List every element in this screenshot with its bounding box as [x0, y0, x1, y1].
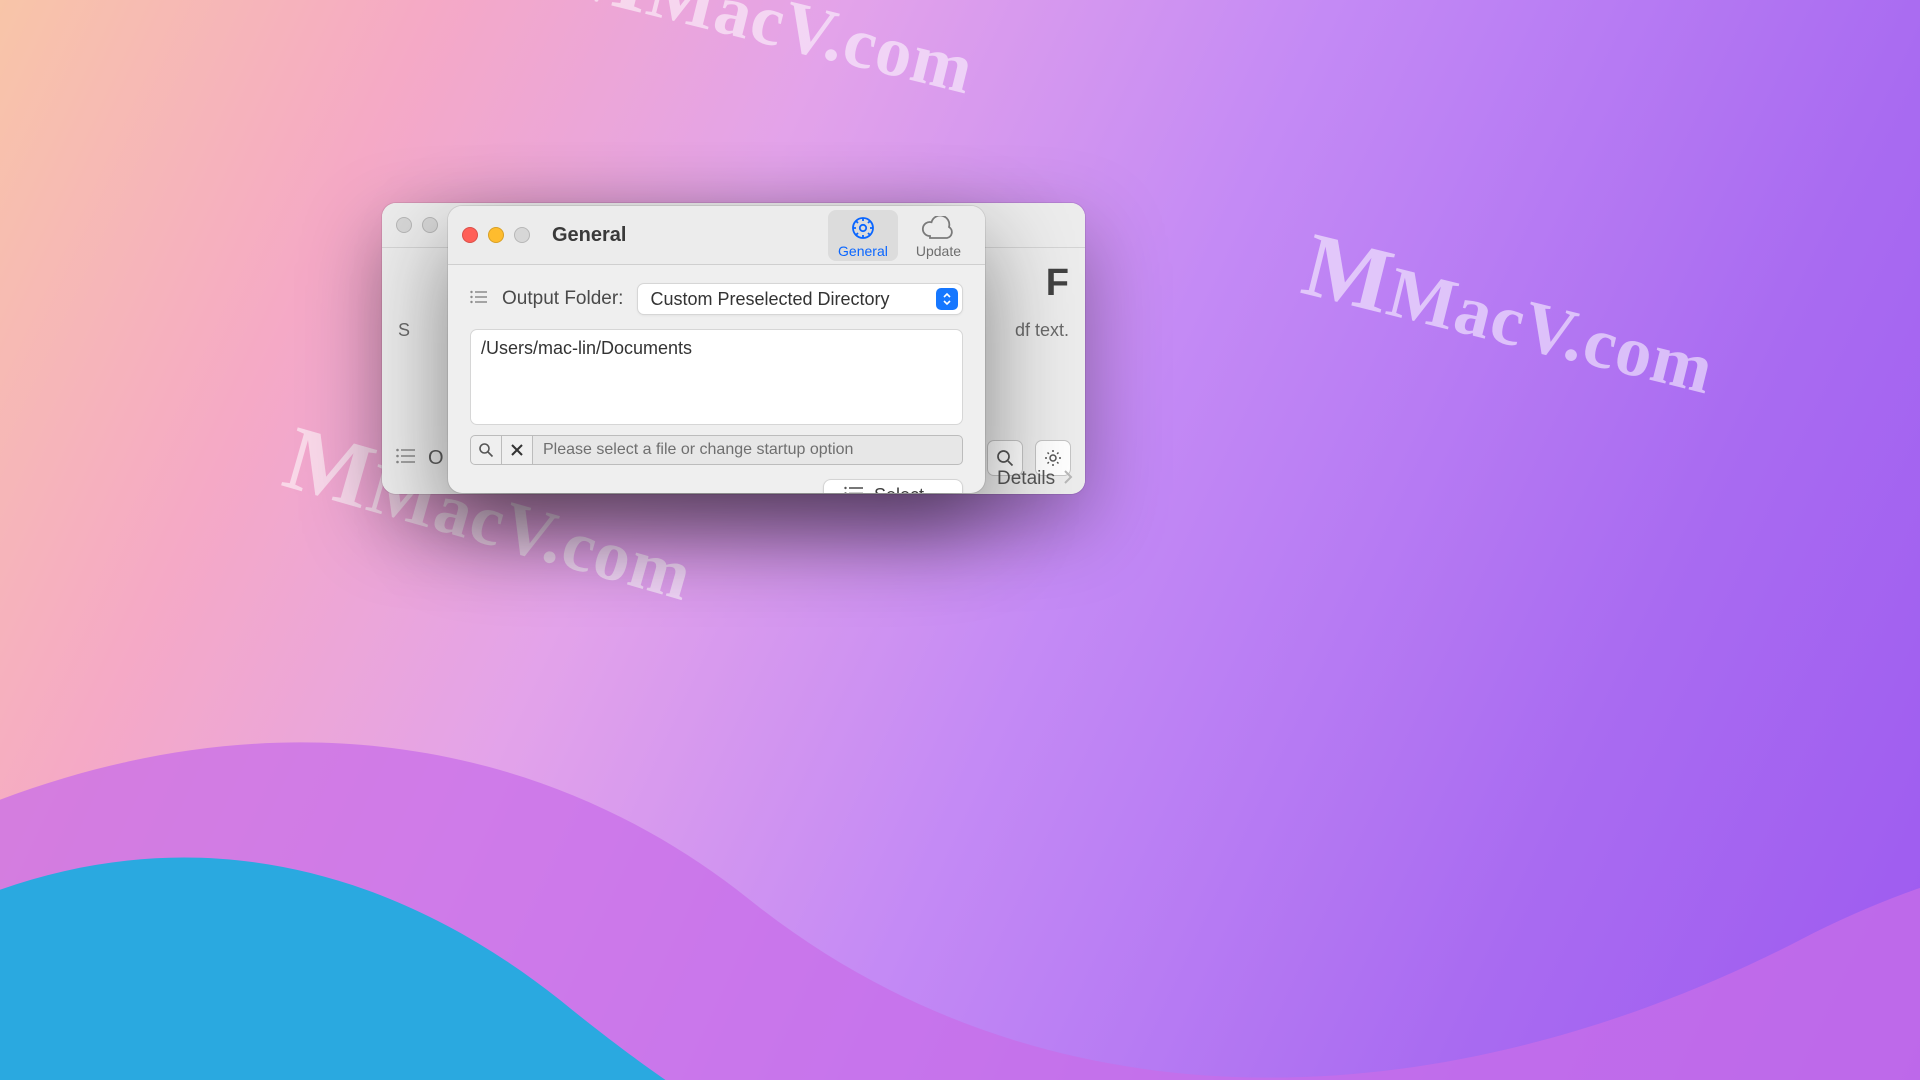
cloud-icon	[918, 216, 958, 242]
main-hint-right: df text.	[1015, 320, 1069, 341]
details-button[interactable]: Details	[997, 468, 1073, 490]
chevron-right-icon	[1063, 469, 1073, 490]
tab-label: General	[838, 243, 888, 259]
output-folder-select[interactable]: Custom Preselected Directory	[637, 283, 963, 315]
preferences-title: General	[552, 224, 626, 247]
select-folder-button[interactable]: Select…	[823, 479, 963, 493]
search-icon	[478, 442, 494, 458]
gear-icon	[1044, 449, 1062, 467]
output-path-field[interactable]: /Users/mac-lin/Documents	[470, 329, 963, 425]
browse-button[interactable]	[470, 435, 502, 465]
file-select-row: Please select a file or change startup o…	[470, 435, 963, 465]
desktop-wallpaper: MMacV.com MMacV.com MMacV.com	[0, 0, 1920, 1080]
close-icon	[510, 443, 524, 457]
tab-update[interactable]: Update	[906, 212, 971, 261]
list-icon	[396, 448, 416, 469]
select-button-label: Select…	[874, 485, 942, 493]
details-label: Details	[997, 468, 1055, 490]
list-icon	[470, 290, 488, 309]
main-hint-left: S	[398, 320, 410, 341]
clear-button[interactable]	[502, 435, 533, 465]
zoom-button[interactable]	[514, 227, 530, 243]
preferences-window: General General Update	[448, 206, 985, 493]
minimize-button[interactable]	[488, 227, 504, 243]
main-title: F	[1046, 262, 1069, 305]
file-select-message: Please select a file or change startup o…	[533, 435, 963, 465]
output-label-short: O	[428, 447, 444, 470]
updown-icon	[936, 288, 958, 310]
gear-icon	[846, 214, 880, 242]
search-icon	[996, 449, 1014, 467]
select-value: Custom Preselected Directory	[650, 289, 889, 310]
tab-label: Update	[916, 243, 961, 259]
tab-general[interactable]: General	[828, 210, 898, 261]
list-icon	[844, 485, 864, 493]
preferences-titlebar[interactable]: General General Update	[448, 206, 985, 264]
preferences-tabbar: General Update	[828, 210, 971, 261]
close-button[interactable]	[396, 217, 412, 233]
close-button[interactable]	[462, 227, 478, 243]
minimize-button[interactable]	[422, 217, 438, 233]
output-path-value: /Users/mac-lin/Documents	[481, 338, 692, 358]
traffic-lights	[462, 227, 530, 243]
output-folder-label: Output Folder:	[502, 288, 623, 310]
watermark: MMacV.com	[553, 0, 987, 115]
